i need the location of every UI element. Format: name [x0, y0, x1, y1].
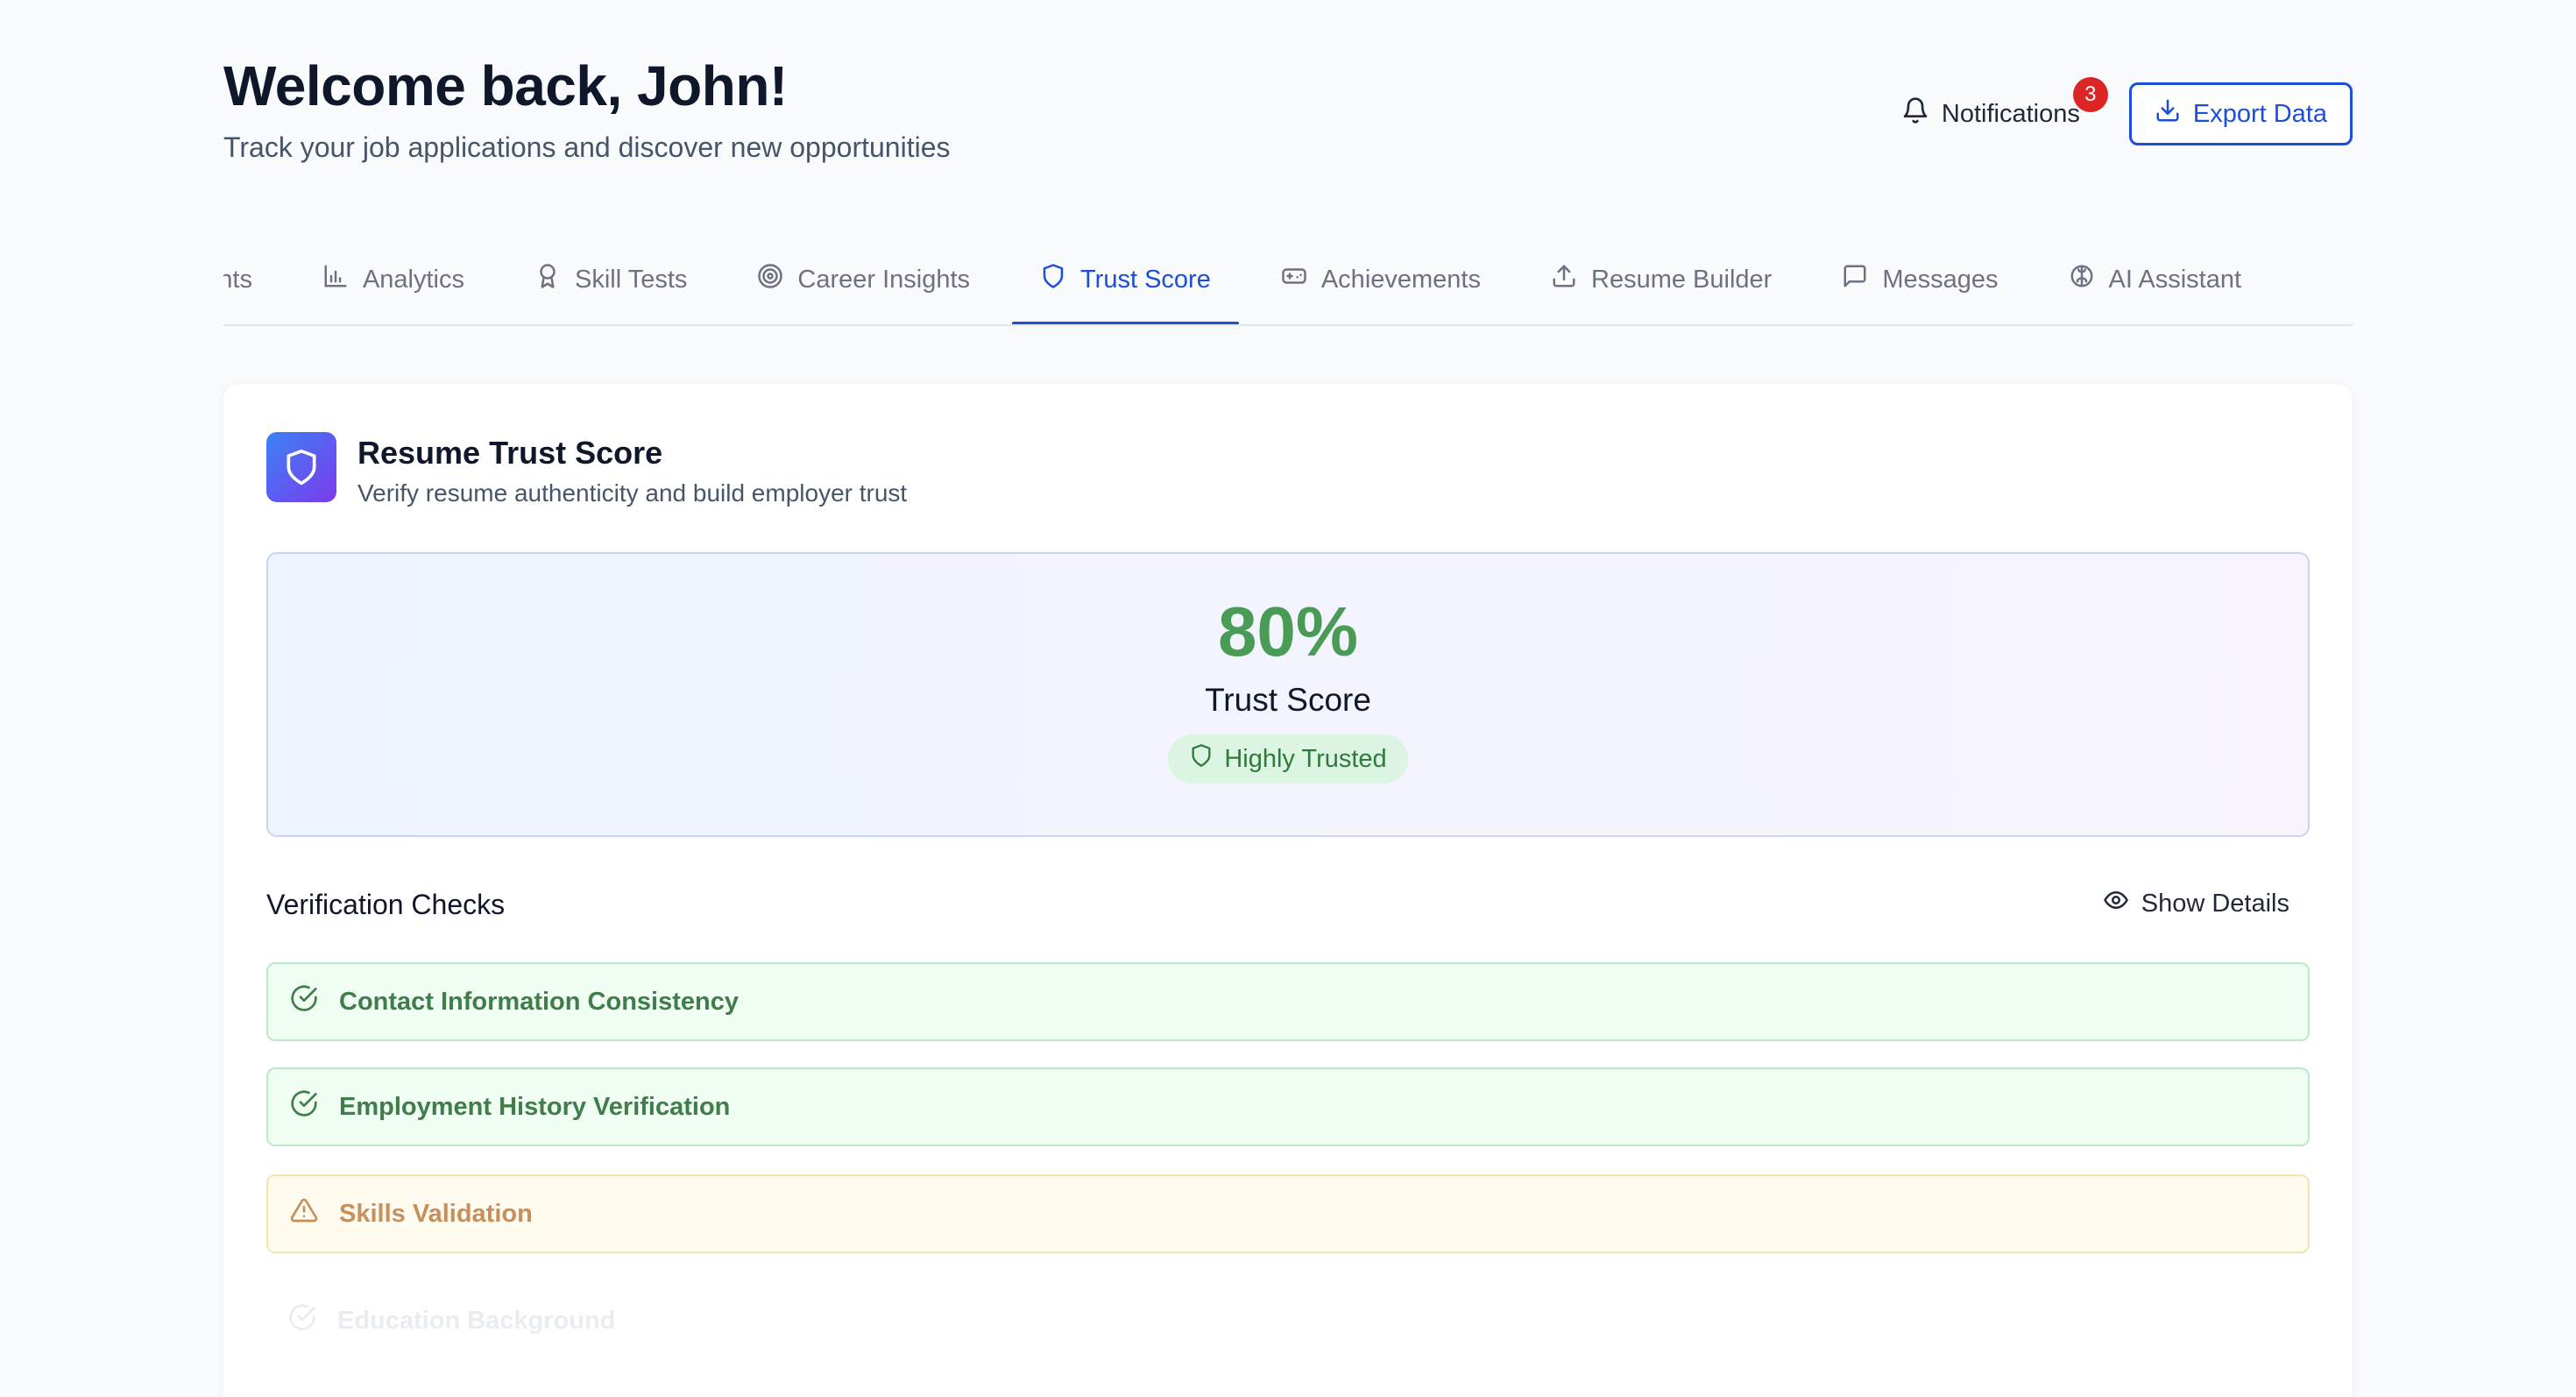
shield-icon [1040, 263, 1066, 296]
check-item-skills-validation[interactable]: Skills Validation [266, 1174, 2310, 1253]
check-item-education-background[interactable]: Education Background [266, 1281, 2310, 1360]
card-title: Resume Trust Score [357, 435, 663, 471]
tab-label: Resume Builder [1591, 265, 1773, 294]
tab-label: Analytics [362, 265, 464, 294]
show-details-button[interactable]: Show Details [2103, 887, 2289, 920]
tab-label: Trust Score [1080, 265, 1211, 294]
tab-bar: nents Analytics Skill Tests Career Insig… [223, 235, 2353, 326]
tab-skill-tests[interactable]: Skill Tests [499, 235, 722, 324]
award-icon [534, 263, 561, 296]
tab-label: Achievements [1320, 265, 1481, 294]
trust-score-panel: 80% Trust Score Highly Trusted [266, 552, 2310, 837]
check-label: Employment History Verification [339, 1092, 731, 1121]
eye-icon [2103, 887, 2129, 920]
export-data-button[interactable]: Export Data [2128, 82, 2353, 145]
target-icon [757, 263, 783, 296]
show-details-label: Show Details [2141, 889, 2289, 918]
bell-icon [1901, 96, 1929, 131]
trust-level-badge: Highly Trusted [1168, 734, 1408, 784]
verification-checks-title: Verification Checks [266, 889, 506, 920]
dashboard-page: Welcome back, John! Track your job appli… [0, 0, 2576, 1397]
brain-icon [2069, 263, 2095, 296]
tab-label: Messages [1882, 265, 1999, 294]
tab-label: Career Insights [797, 265, 971, 294]
tab-analytics[interactable]: Analytics [287, 235, 499, 324]
page-header: Welcome back, John! Track your job appli… [223, 51, 2353, 182]
check-item-contact-info[interactable]: Contact Information Consistency [266, 962, 2310, 1041]
trust-level-label: Highly Trusted [1224, 744, 1387, 773]
tab-list: nents Analytics Skill Tests Career Insig… [223, 235, 2276, 324]
trust-score-label: Trust Score [1205, 682, 1371, 718]
check-circle-icon [290, 984, 318, 1019]
check-circle-icon [290, 1089, 318, 1124]
bar-chart-icon [322, 263, 349, 296]
tab-label: nents [223, 265, 252, 294]
tab-trust-score[interactable]: Trust Score [1005, 235, 1246, 324]
shield-icon [266, 432, 336, 502]
check-circle-icon [288, 1303, 316, 1338]
card-header: Resume Trust Score Verify resume authent… [266, 432, 907, 507]
tab-assessments[interactable]: nents [223, 235, 287, 324]
tab-label: Skill Tests [575, 265, 688, 294]
trust-score-value: 80% [1217, 592, 1359, 670]
message-icon [1842, 263, 1868, 296]
gamepad-icon [1281, 263, 1307, 296]
check-label: Education Background [337, 1306, 616, 1335]
download-icon [2155, 97, 2181, 131]
tab-label: AI Assistant [2108, 265, 2242, 294]
notifications-label: Notifications [1941, 99, 2080, 128]
check-label: Contact Information Consistency [339, 987, 739, 1016]
card-subtitle: Verify resume authenticity and build emp… [357, 479, 908, 507]
tab-ai-assistant[interactable]: AI Assistant [2034, 235, 2277, 324]
notifications-count-badge: 3 [2072, 77, 2108, 112]
trust-score-card: Resume Trust Score Verify resume authent… [223, 384, 2353, 1397]
shield-icon [1189, 743, 1214, 775]
upload-icon [1551, 263, 1577, 296]
tab-career-insights[interactable]: Career Insights [722, 235, 1005, 324]
check-label: Skills Validation [339, 1199, 533, 1228]
export-data-label: Export Data [2192, 99, 2327, 128]
check-item-employment-history[interactable]: Employment History Verification [266, 1067, 2310, 1146]
notifications-button[interactable]: Notifications 3 [1901, 77, 2108, 131]
tab-resume-builder[interactable]: Resume Builder [1516, 235, 1807, 324]
header-actions: Notifications 3 Export Data [1901, 77, 2353, 145]
tab-messages[interactable]: Messages [1807, 235, 2033, 324]
tab-achievements[interactable]: Achievements [1246, 235, 1516, 324]
warning-triangle-icon [290, 1196, 318, 1231]
